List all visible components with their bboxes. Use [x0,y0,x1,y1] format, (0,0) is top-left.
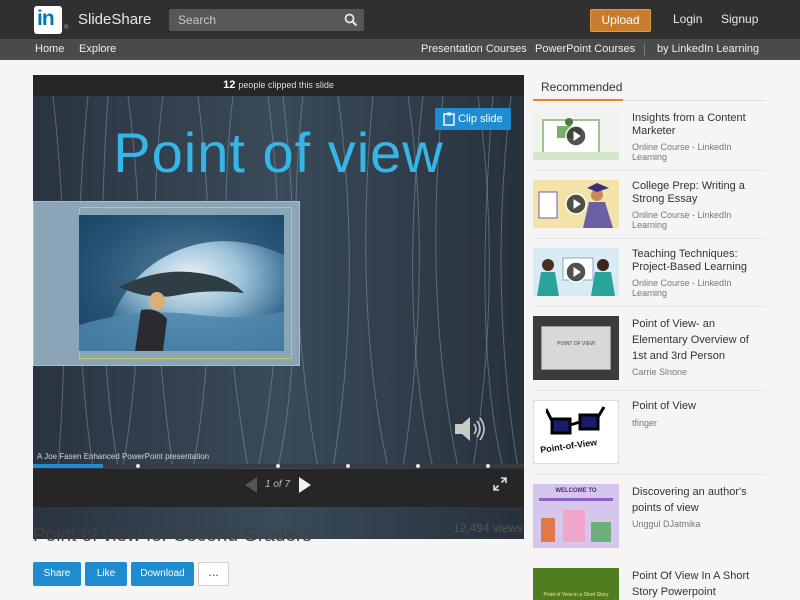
glasses-icon [546,406,606,435]
slide-thumbnail: Point-of-View [533,400,619,464]
play-icon[interactable] [565,125,587,147]
like-button[interactable]: Like [85,562,127,586]
recommended-title[interactable]: Insights from a Content Marketer [632,112,766,138]
secondary-nav: Home Explore Presentation Courses PowerP… [0,39,800,60]
recommended-subtitle: Online Course - LinkedIn Learning [632,210,732,230]
clip-count-bar: 12 people clipped this slide [33,75,524,96]
next-slide-icon[interactable] [297,476,313,494]
presentation-title: Point of view for Second Graders [33,525,312,546]
logo-text: in [37,7,55,30]
recommended-title[interactable]: Discovering an author's points of view [632,484,766,516]
progress-marker[interactable] [486,464,490,468]
nav-explore[interactable]: Explore [79,43,116,55]
recommended-subtitle: Unggul DJatmika [632,519,701,529]
thumbnail-text: Point of View in a Short Story [543,592,609,598]
progress-marker[interactable] [346,464,350,468]
linkedin-logo[interactable]: in [34,6,62,34]
recommended-title[interactable]: Point of View- an Elementary Overview of… [632,316,766,364]
signup-link[interactable]: Signup [721,12,758,26]
photo-frame [33,201,300,366]
slide-thumbnail: Point of View in a Short Story [533,568,619,600]
slide-thumbnail: WELCOME TO [533,484,619,548]
divider [533,474,766,475]
divider [533,390,766,391]
slide-progress-track[interactable] [33,464,524,468]
divider [533,306,766,307]
nav-divider [644,43,645,56]
recommended-title[interactable]: Teaching Techniques: Project-Based Learn… [632,248,766,274]
more-options-button[interactable]: ... [198,562,229,586]
upload-button[interactable]: Upload [590,9,651,32]
speaker-icon[interactable] [453,414,487,444]
search-box [169,9,364,31]
slide-caption: A Joe Fasen Enhanced PowerPoint presenta… [37,452,210,461]
view-count: 12,494 views [453,521,524,535]
login-link[interactable]: Login [673,12,702,26]
recommended-subtitle: tfinger [632,418,658,428]
clip-count-number: 12 [223,79,236,91]
recommended-subtitle: Online Course - LinkedIn Learning [632,278,732,298]
previous-slide-icon[interactable] [243,476,259,494]
page-indicator: 1 of 7 [265,479,291,490]
fullscreen-icon[interactable] [493,477,507,491]
recommended-title[interactable]: Point of View [632,400,766,413]
progress-marker[interactable] [276,464,280,468]
top-bar: in ® SlideShare Upload Login Signup [0,0,800,39]
clip-count-text: people clipped this slide [238,80,334,90]
recommended-title[interactable]: Point Of View In A Short Story Powerpoin… [632,568,766,600]
play-icon[interactable] [565,193,587,215]
thumbnail-text: POINT OF VIEW [557,341,595,347]
player-controls: 1 of 7 [33,469,524,507]
share-button[interactable]: Share [33,562,81,586]
recommended-heading[interactable]: Recommended [533,75,623,101]
divider [533,238,766,239]
nav-by-linkedin-learning[interactable]: by LinkedIn Learning [657,43,759,55]
clip-slide-button[interactable]: Clip slide [435,108,511,130]
brand-name[interactable]: SlideShare [78,11,151,28]
divider [533,170,766,171]
progress-marker[interactable] [136,464,140,468]
recommended-title[interactable]: College Prep: Writing a Strong Essay [632,180,766,206]
nav-presentation-courses[interactable]: Presentation Courses [421,43,527,55]
recommended-subtitle: Online Course - LinkedIn Learning [632,142,732,162]
clipboard-icon [443,112,455,126]
recommended-subtitle: Carrie Slnone [632,367,688,377]
thumbnail-text: WELCOME TO [555,488,597,494]
play-icon[interactable] [565,261,587,283]
download-button[interactable]: Download [131,562,194,586]
registered-mark: ® [64,25,69,31]
progress-marker[interactable] [416,464,420,468]
slide-progress-fill [33,464,104,468]
slide-player: 12 people clipped this slide Point of vi… [33,75,524,539]
surfer-photo [79,215,284,351]
recommended-underline [623,100,766,101]
search-icon[interactable] [344,13,358,27]
search-input[interactable] [169,9,339,31]
clip-slide-label: Clip slide [458,113,503,125]
nav-home[interactable]: Home [35,43,64,55]
slide-thumbnail: POINT OF VIEW [533,316,619,380]
nav-powerpoint-courses[interactable]: PowerPoint Courses [535,43,635,55]
